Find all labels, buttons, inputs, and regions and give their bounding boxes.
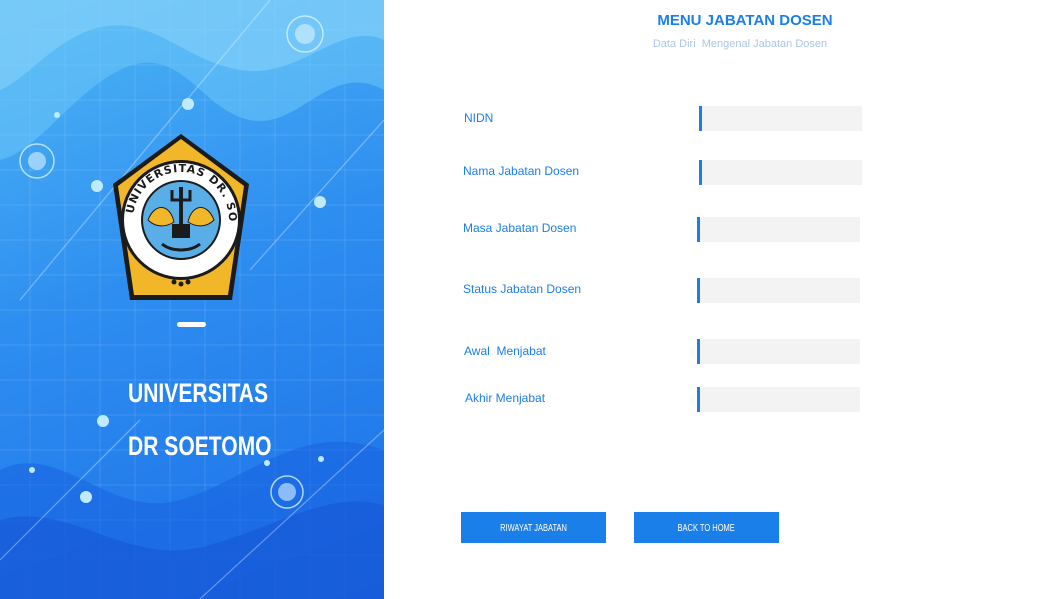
nama-jabatan-label: Nama Jabatan Dosen — [463, 164, 580, 178]
page-title: MENU JABATAN DOSEN — [657, 12, 833, 29]
app-window: UNIVERSITAS DR. SOETOMO UNIVERSITAS DR S… — [0, 0, 1060, 599]
nidn-input[interactable] — [699, 106, 862, 131]
status-jabatan-label: Status Jabatan Dosen — [463, 282, 582, 296]
logo-underline — [177, 322, 206, 327]
status-jabatan-input[interactable] — [697, 278, 860, 303]
university-name-line1: UNIVERSITAS — [128, 378, 269, 408]
university-logo: UNIVERSITAS DR. SOETOMO — [104, 122, 252, 304]
akhir-menjabat-input[interactable] — [697, 387, 860, 412]
masa-jabatan-input[interactable] — [697, 217, 860, 242]
nama-jabatan-input[interactable] — [699, 160, 862, 185]
awal-menjabat-input[interactable] — [697, 339, 860, 364]
masa-jabatan-label: Masa Jabatan Dosen — [463, 221, 577, 235]
back-to-home-button[interactable]: BACK TO HOME — [634, 512, 779, 543]
riwayat-jabatan-button[interactable]: RIWAYAT JABATAN — [461, 512, 606, 543]
page-subtitle: Data Diri Mengenal Jabatan Dosen — [652, 38, 828, 50]
nidn-label: NIDN — [464, 111, 494, 125]
akhir-menjabat-label: Akhir Menjabat — [465, 391, 546, 405]
sidebar-banner: UNIVERSITAS DR. SOETOMO UNIVERSITAS DR S… — [0, 0, 384, 599]
riwayat-jabatan-label: RIWAYAT JABATAN — [500, 523, 567, 534]
back-to-home-label: BACK TO HOME — [677, 523, 736, 534]
university-name-line2: DR SOETOMO — [128, 431, 272, 461]
awal-menjabat-label: Awal Menjabat — [464, 344, 546, 358]
